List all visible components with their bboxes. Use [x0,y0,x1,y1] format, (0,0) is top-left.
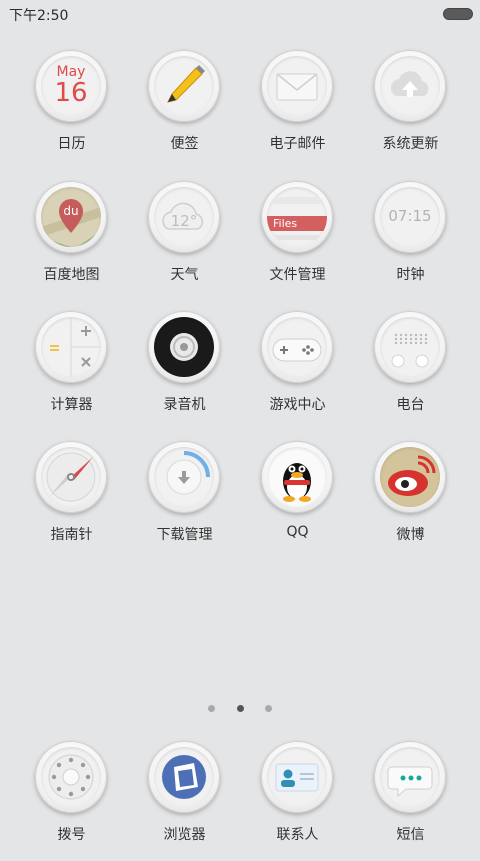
gamepad-icon [267,317,327,377]
page-dot[interactable] [264,705,272,712]
app-label: 便签 [170,136,199,152]
calendar-day: 16 [54,78,88,108]
weather-temp: 12° [170,212,198,230]
dialpad-icon [41,747,101,807]
app-label: 电子邮件 [269,136,326,152]
app-calendar[interactable]: May 16 日历 [15,50,128,170]
app-label: 指南针 [50,527,93,543]
dock-browser[interactable]: 浏览器 [128,741,241,861]
cloud-icon: 12° [154,187,214,247]
app-label: 联系人 [276,827,319,843]
app-game-center[interactable]: 游戏中心 [241,311,354,431]
envelope-icon [267,56,327,116]
app-compass[interactable]: 指南针 [15,441,128,561]
penguin-icon [267,447,327,507]
app-system-update[interactable]: 系统更新 [354,50,467,170]
app-label: 浏览器 [163,827,206,843]
app-notes[interactable]: 便签 [128,50,241,170]
cloud-upload-icon [380,56,440,116]
pencil-icon [154,56,214,116]
folder-icon: Files [267,187,327,247]
app-label: QQ [286,524,309,540]
contact-card-icon [267,747,327,807]
app-baidu-map[interactable]: du 百度地图 [15,181,128,301]
battery-icon [443,8,473,20]
status-bar: 下午2:50 [0,0,480,28]
app-qq[interactable]: QQ [241,441,354,561]
dock-messages[interactable]: 短信 [354,741,467,861]
app-email[interactable]: 电子邮件 [241,50,354,170]
app-label: 录音机 [163,397,206,413]
weibo-icon [380,447,440,507]
app-recorder[interactable]: 录音机 [128,311,241,431]
app-weibo[interactable]: 微博 [354,441,467,561]
app-label: 百度地图 [43,267,100,283]
dock-dialer[interactable]: 拨号 [15,741,128,861]
app-label: 文件管理 [269,267,326,283]
map-pin-icon: du [41,187,101,247]
app-label: 拨号 [57,827,86,843]
app-label: 时钟 [396,267,425,283]
app-label: 系统更新 [382,136,439,152]
app-clock[interactable]: 07:15 时钟 [354,181,467,301]
app-radio[interactable]: 电台 [354,311,467,431]
app-label: 下载管理 [156,527,213,543]
calculator-icon [41,317,101,377]
app-label: 微博 [396,527,425,543]
download-icon [154,447,214,507]
page-dot-active[interactable] [236,705,244,712]
reel-icon [154,317,214,377]
files-tab-label: Files [273,217,298,230]
browser-icon [154,747,214,807]
status-time: 下午2:50 [9,8,69,24]
map-badge: du [63,204,78,218]
page-indicator [0,697,480,712]
app-file-manager[interactable]: Files 文件管理 [241,181,354,301]
app-weather[interactable]: 12° 天气 [128,181,241,301]
radio-icon [380,317,440,377]
compass-icon [41,447,101,507]
app-download-manager[interactable]: 下载管理 [128,441,241,561]
app-label: 游戏中心 [269,397,326,413]
app-label: 电台 [396,397,425,413]
dock-contacts[interactable]: 联系人 [241,741,354,861]
app-label: 天气 [170,267,199,283]
calendar-icon: May 16 [41,56,101,116]
app-label: 计算器 [50,397,93,413]
chat-bubble-icon [380,747,440,807]
app-label: 日历 [57,136,86,152]
clock-time: 07:15 [388,207,432,225]
app-label: 短信 [396,827,425,843]
clock-icon: 07:15 [380,187,440,247]
app-calculator[interactable]: 计算器 [15,311,128,431]
page-dot[interactable] [208,705,216,712]
